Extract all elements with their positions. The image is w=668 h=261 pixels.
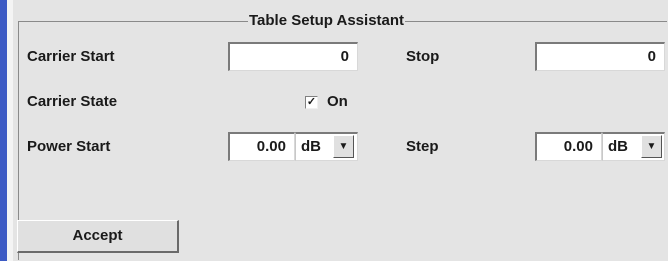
power-start-unit-value: dB — [301, 138, 321, 155]
carrier-stop-input[interactable]: 0 — [535, 42, 665, 71]
check-mark-icon: ✓ — [306, 96, 317, 108]
power-start-label: Power Start — [27, 138, 111, 155]
accept-button[interactable]: Accept — [17, 220, 179, 253]
group-title: Table Setup Assistant — [248, 12, 406, 30]
power-start-input[interactable]: 0.00 — [228, 132, 295, 161]
chevron-down-icon[interactable]: ▼ — [333, 135, 354, 158]
active-panel-indicator — [0, 0, 7, 261]
power-step-label: Step — [406, 138, 439, 155]
carrier-start-input[interactable]: 0 — [228, 42, 358, 71]
carrier-state-label: Carrier State — [27, 93, 118, 110]
table-setup-panel: Table Setup Assistant Carrier Start 0 St… — [13, 0, 668, 261]
carrier-start-label: Carrier Start — [27, 48, 115, 65]
power-step-input[interactable]: 0.00 — [535, 132, 602, 161]
carrier-stop-label: Stop — [406, 48, 440, 65]
carrier-state-on-label: On — [327, 93, 348, 110]
chevron-down-icon[interactable]: ▼ — [641, 135, 662, 158]
carrier-state-checkbox[interactable]: ✓ — [305, 96, 318, 109]
power-step-unit-value: dB — [608, 138, 628, 155]
